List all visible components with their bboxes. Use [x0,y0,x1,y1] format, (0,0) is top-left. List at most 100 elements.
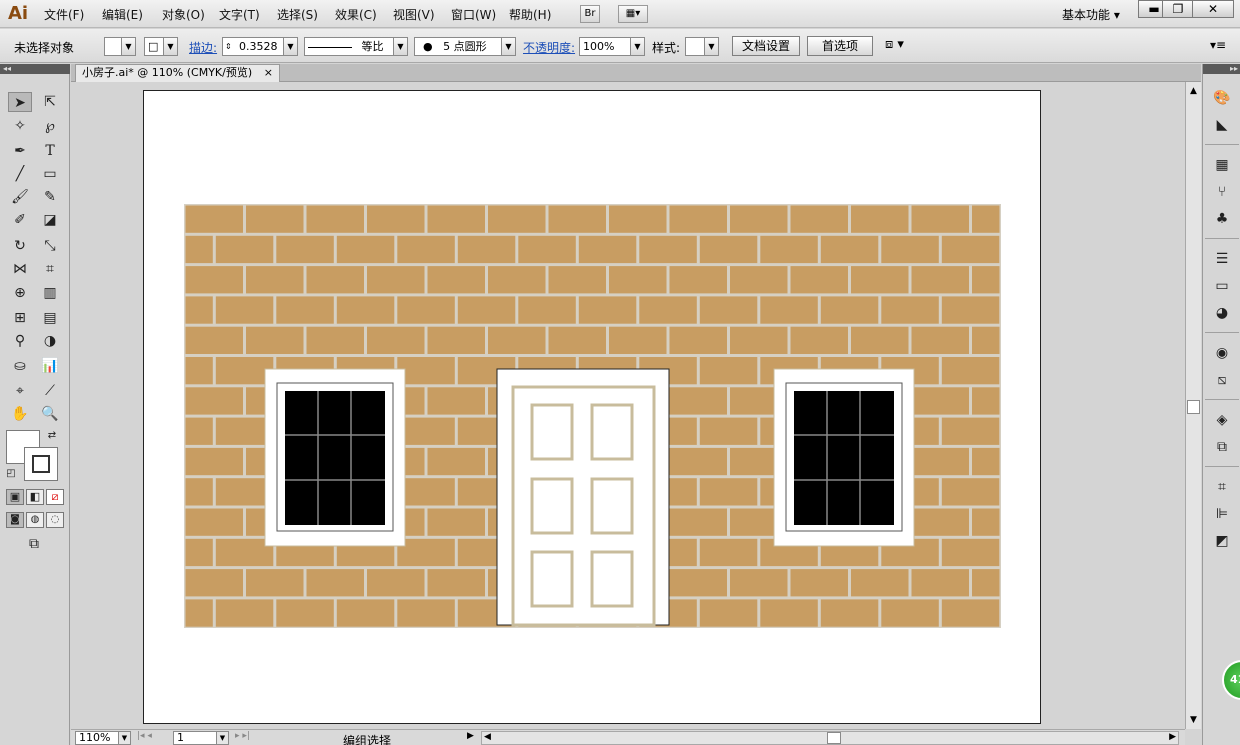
swap-colors-icon[interactable]: ⇄ [44,428,60,444]
fill-swatch[interactable]: ▼ [104,37,136,56]
magic-wand-tool-icon[interactable]: ✧ [8,116,32,136]
restore-button[interactable]: ❐ [1162,0,1194,18]
opacity-label[interactable]: 不透明度: [523,39,575,56]
menu-edit[interactable]: 编辑(E) [102,6,143,23]
house-artwork[interactable] [144,91,1042,725]
status-menu-icon[interactable]: ▶ [467,731,474,741]
artboards-panel-icon[interactable]: ⧉ [1212,437,1232,457]
line-tool-icon[interactable]: ╱ [8,164,32,184]
first-artboard-icon[interactable]: |◂ ◂ [137,731,152,741]
stroke-swatch[interactable]: □ ▼ [144,37,178,56]
artboard-tool-icon[interactable]: ⌖ [8,381,32,401]
close-tab-icon[interactable]: × [264,65,273,81]
menu-file[interactable]: 文件(F) [44,6,84,23]
stepper-icon[interactable]: ⇕ [225,38,232,55]
scroll-down-icon[interactable]: ▼ [1186,713,1201,727]
transparency-panel-icon[interactable]: ◕ [1212,303,1232,323]
direct-selection-tool-icon[interactable]: ⇱ [38,92,62,112]
pathfinder-panel-icon[interactable]: ◩ [1212,531,1232,551]
selection-tool-icon[interactable]: ➤ [8,92,32,112]
none-mode-icon[interactable]: ⧄ [46,489,64,505]
mesh-tool-icon[interactable]: ⊞ [8,308,32,328]
artboard[interactable] [143,90,1041,724]
collapse-icon[interactable]: ◂◂ [0,64,70,74]
workspace-switcher[interactable]: 基本功能 ▾ [1062,6,1120,23]
draw-inside-icon[interactable]: ◌ [46,512,64,528]
eraser-tool-icon[interactable]: ◪ [38,210,62,230]
transform-panel-icon[interactable]: ⌗ [1212,477,1232,497]
menu-type[interactable]: 文字(T) [219,6,260,23]
scale-tool-icon[interactable]: ⤡ [38,236,62,256]
symbol-sprayer-tool-icon[interactable]: ⛀ [8,356,32,376]
draw-normal-icon[interactable]: ◙ [6,512,24,528]
eyedropper-tool-icon[interactable]: ⚲ [8,331,32,351]
graphic-style-picker[interactable]: ▼ [685,37,719,56]
shape-builder-tool-icon[interactable]: ⊕ [8,283,32,303]
stroke-weight-input[interactable]: ⇕ 0.3528 ▼ [222,37,298,56]
slice-tool-icon[interactable]: ⟋ [38,381,62,401]
color-guide-icon[interactable]: ◣ [1212,115,1232,135]
pencil-tool-icon[interactable]: ✎ [38,187,62,207]
stroke-panel-icon[interactable]: ☰ [1212,249,1232,269]
color-panel-icon[interactable]: 🎨 [1212,88,1232,108]
pen-tool-icon[interactable]: ✒ [8,141,32,161]
last-artboard-icon[interactable]: ▸ ▸| [235,731,250,741]
blend-tool-icon[interactable]: ◑ [38,331,62,351]
horizontal-scrollbar[interactable]: ◀ ▶ [481,731,1179,745]
opacity-input[interactable]: 100% ▼ [579,37,645,56]
appearance-panel-icon[interactable]: ◉ [1212,343,1232,363]
horizontal-scroll-thumb[interactable] [827,732,841,744]
graphic-styles-panel-icon[interactable]: ⧅ [1212,370,1232,390]
menu-select[interactable]: 选择(S) [277,6,318,23]
symbols-panel-icon[interactable]: ♣ [1212,209,1232,229]
blob-brush-tool-icon[interactable]: ✐ [8,210,32,230]
zoom-tool-icon[interactable]: 🔍 [38,404,62,424]
swatches-panel-icon[interactable]: ▦ [1212,155,1232,175]
document-tab[interactable]: 小房子.ai* @ 110% (CMYK/预览) × [75,64,280,82]
artboard-navigator[interactable]: 1 ▼ [173,731,229,745]
zoom-level-field[interactable]: 110% ▼ [75,731,131,745]
color-mode-icon[interactable]: ▣ [6,489,24,505]
document-setup-button[interactable]: 文档设置 [732,36,800,56]
lasso-tool-icon[interactable]: ℘ [38,116,62,136]
close-window-button[interactable]: ✕ [1192,0,1234,18]
default-colors-icon[interactable]: ◰ [3,466,19,482]
align-panel-icon[interactable]: ⊫ [1212,504,1232,524]
stroke-color-swatch[interactable] [24,447,58,481]
type-tool-icon[interactable]: T [38,141,62,161]
align-options-icon[interactable]: ⧈ ▾ [885,37,904,52]
paintbrush-tool-icon[interactable]: 🖌 [8,187,32,207]
layers-panel-icon[interactable]: ◈ [1212,410,1232,430]
preferences-button[interactable]: 首选项 [807,36,873,56]
screen-mode-icon[interactable]: ⧉ [22,534,46,554]
gradient-mode-icon[interactable]: ◧ [26,489,44,505]
vertical-scroll-thumb[interactable] [1187,400,1200,414]
menu-window[interactable]: 窗口(W) [451,6,496,23]
expand-panels-icon[interactable]: ▸▸ [1203,64,1240,74]
menu-view[interactable]: 视图(V) [393,6,435,23]
panel-menu-icon[interactable]: ▾≡ [1210,38,1226,52]
scroll-up-icon[interactable]: ▲ [1186,84,1201,98]
column-graph-tool-icon[interactable]: 📊 [38,356,62,376]
brush-definition[interactable]: ● 5 点圆形 ▼ [414,37,516,56]
rotate-tool-icon[interactable]: ↻ [8,236,32,256]
gradient-tool-icon[interactable]: ▤ [38,308,62,328]
perspective-grid-tool-icon[interactable]: ▥ [38,283,62,303]
hand-tool-icon[interactable]: ✋ [8,404,32,424]
scroll-left-icon[interactable]: ◀ [484,732,491,742]
brushes-panel-icon[interactable]: ⑂ [1212,182,1232,202]
width-tool-icon[interactable]: ⋈ [8,259,32,279]
bridge-button[interactable]: Br [580,5,600,23]
menu-object[interactable]: 对象(O) [162,6,205,23]
free-transform-tool-icon[interactable]: ⌗ [38,259,62,279]
arrange-documents-button[interactable]: ▦▾ [618,5,648,23]
rectangle-tool-icon[interactable]: ▭ [38,164,62,184]
gradient-panel-icon[interactable]: ▭ [1212,276,1232,296]
stroke-label[interactable]: 描边: [189,39,217,56]
canvas-area[interactable] [71,82,1185,729]
variable-width-profile[interactable]: 等比 ▼ [304,37,408,56]
scroll-right-icon[interactable]: ▶ [1169,732,1176,742]
menu-effect[interactable]: 效果(C) [335,6,377,23]
menu-help[interactable]: 帮助(H) [509,6,551,23]
vertical-scrollbar[interactable]: ▲ ▼ [1185,82,1201,729]
